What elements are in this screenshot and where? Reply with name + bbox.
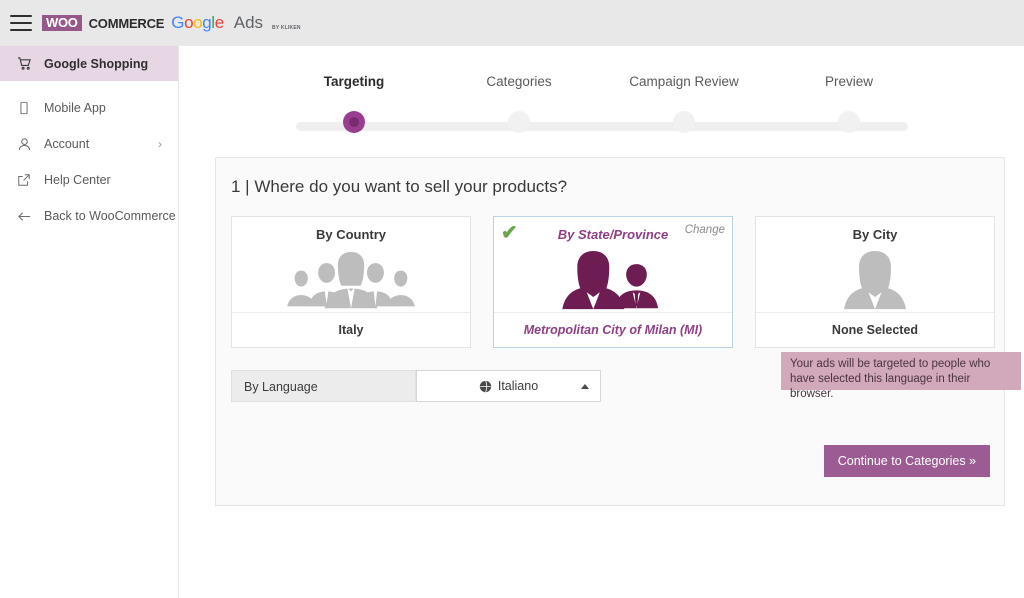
step-dot-categories[interactable] [508,111,530,133]
targeting-panel: 1 | Where do you want to sell your produ… [215,157,1021,506]
hamburger-bar [10,22,32,24]
hamburger-icon[interactable] [10,15,32,31]
step-dot-targeting[interactable] [343,111,365,133]
green-check-icon: ✔ [501,222,518,244]
google-letter-e: e [214,13,224,32]
person-icon [16,136,32,152]
card-heading: By City [852,227,898,242]
cart-icon [16,56,32,72]
card-heading: By Country [315,227,387,242]
google-ads-label: Ads [233,13,264,32]
wizard-stepper: Targeting Categories Campaign Review Pre… [272,74,932,133]
step-dot-cell [272,111,437,133]
language-label: By Language [231,370,416,402]
sidebar-item-back-to-woocommerce[interactable]: Back to WooCommerce [0,198,178,234]
hamburger-bar [10,15,32,17]
woocommerce-badge: WOO [42,15,82,31]
chevron-right-icon: › [158,137,162,151]
hamburger-bar [10,29,32,31]
google-letter-o2: o [193,13,203,32]
card-value: Metropolitan City of Milan (MI) [494,312,732,347]
sidebar-item-google-shopping[interactable]: Google Shopping [0,46,178,81]
card-value: None Selected [756,312,994,347]
stepper-labels: Targeting Categories Campaign Review Pre… [272,74,932,89]
crowd-of-people-icon [232,246,470,312]
caret-up-icon[interactable] [581,384,589,389]
card-by-city[interactable]: By City None Selected [755,216,995,348]
google-wordmark: Google [171,13,224,33]
sidebar-item-label: Mobile App [44,101,106,115]
sidebar-item-label: Google Shopping [44,56,149,71]
step-label-preview[interactable]: Preview [767,74,932,89]
globe-icon [479,380,492,393]
continue-to-categories-button[interactable]: Continue to Categories » [823,445,990,477]
sidebar-item-account[interactable]: Account › [0,126,178,162]
targeting-cards: By Country Italy ✔ Change By State/Provi… [216,197,1004,348]
step-label-categories[interactable]: Categories [437,74,602,89]
step-label-targeting[interactable]: Targeting [272,74,437,89]
stepper-dots [272,111,932,133]
language-selected-value: Italiano [497,379,539,393]
google-letter-g1: G [171,13,185,32]
sidebar: Google Shopping Mobile App Account › Hel… [0,46,179,598]
sidebar-item-label: Help Center [44,173,111,187]
external-link-icon [16,172,32,188]
language-note: Your ads will be targeted to people who … [781,352,1021,400]
step-dot-preview[interactable] [838,111,860,133]
arrow-left-icon [16,208,32,224]
change-link[interactable]: Change [685,224,725,236]
language-select[interactable]: Italiano [416,370,601,402]
single-person-icon [756,246,994,312]
main-content: Targeting Categories Campaign Review Pre… [179,46,1024,598]
card-value: Italy [232,312,470,347]
sidebar-item-mobile-app[interactable]: Mobile App [0,90,178,126]
top-bar: WOO COMMERCE Google Ads BY KLIKEN [0,0,1024,46]
step-label-campaign-review[interactable]: Campaign Review [602,74,767,89]
step-dot-cell [437,111,602,133]
mobile-icon [16,100,32,116]
card-body: ✔ Change By State/Province [494,217,732,312]
language-row: By Language Italiano [231,370,601,402]
google-letter-o1: o [184,13,194,32]
step-dot-cell [602,111,767,133]
step-dot-campaign-review[interactable] [673,111,695,133]
brand-logo: WOO COMMERCE Google Ads BY KLIKEN [42,13,301,33]
ads-sublabel: BY KLIKEN [272,25,301,31]
card-by-state-province[interactable]: ✔ Change By State/Province Metropolitan … [493,216,733,348]
google-letter-g2: g [202,13,212,32]
step-dot-cell [767,111,932,133]
card-by-country[interactable]: By Country Italy [231,216,471,348]
card-body: By City [756,217,994,312]
sidebar-item-help-center[interactable]: Help Center [0,162,178,198]
card-body: By Country [232,217,470,312]
sidebar-item-label: Account [44,137,90,151]
two-people-icon [494,246,732,312]
sidebar-item-label: Back to WooCommerce [44,209,176,223]
woocommerce-wordmark: COMMERCE [88,15,165,31]
page-title: 1 | Where do you want to sell your produ… [231,177,568,196]
